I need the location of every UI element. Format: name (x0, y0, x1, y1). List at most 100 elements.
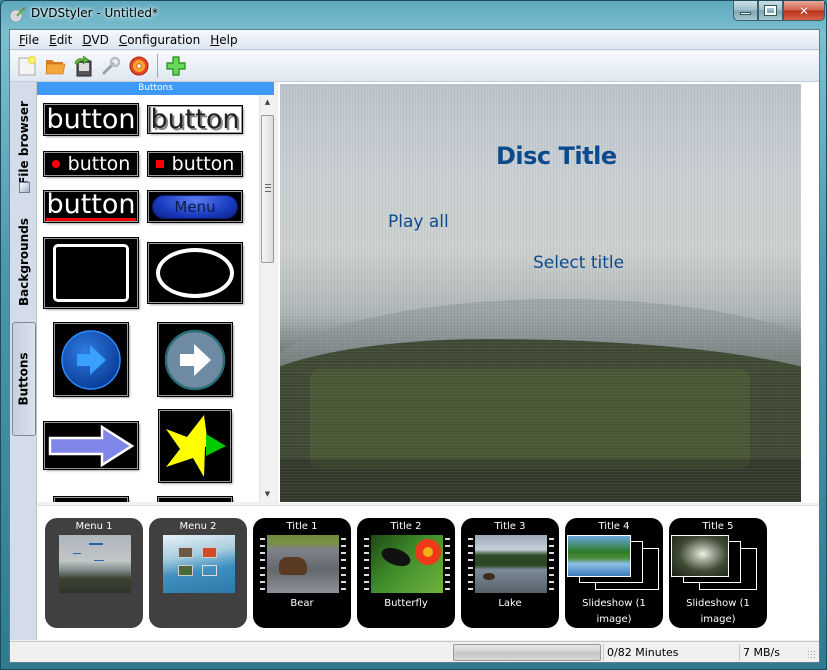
button-style-partial[interactable] (53, 496, 129, 502)
film-strip-right (443, 535, 451, 593)
thumb-item (202, 565, 217, 576)
button-style-oval-menu[interactable]: Menu (147, 190, 243, 223)
scroll-thumb[interactable] (261, 115, 274, 263)
panel-scrollbar[interactable]: ▲ ▼ (259, 95, 274, 502)
menu-configuration-mnemonic: C (118, 32, 128, 47)
tile-thumbnail (567, 535, 631, 577)
tab-backgrounds[interactable]: Backgrounds (12, 207, 36, 317)
tab-file-browser[interactable]: File browser (12, 84, 36, 202)
menu-edit[interactable]: Edit (44, 33, 77, 47)
close-button[interactable]: ✕ (783, 1, 825, 21)
play-all-button[interactable]: Play all (388, 212, 449, 232)
menu-configuration-label: onfiguration (127, 32, 201, 47)
button-style-rect-frame[interactable] (43, 237, 139, 309)
scroll-grip-icon (265, 184, 271, 192)
thumb-text (73, 553, 81, 554)
menu-configuration[interactable]: Configuration (114, 33, 205, 47)
duration-status: 0/82 Minutes (607, 646, 679, 659)
scroll-down-arrow[interactable]: ▼ (260, 487, 275, 502)
button-style-ellipse-frame[interactable] (147, 242, 243, 304)
tile-caption: Bear (290, 598, 314, 609)
button-style-label: button (171, 153, 235, 175)
purple-arrow-icon (48, 424, 135, 467)
tile-caption: Butterfly (384, 598, 428, 609)
menu-editor: Disc Title Play all Select title (278, 82, 819, 503)
new-document-icon (18, 56, 36, 76)
thumb-text (94, 560, 104, 561)
button-style-square[interactable]: button (147, 151, 243, 177)
tile-thumbnail (475, 535, 547, 593)
titleset-tile-title-4[interactable]: Title 4 Slideshow (1 image) (565, 518, 663, 628)
film-strip-left (362, 535, 370, 593)
thumb-title (89, 543, 103, 545)
open-folder-icon (45, 60, 66, 75)
tab-buttons[interactable]: Buttons (12, 322, 36, 436)
button-style-text-outline[interactable]: button (147, 105, 243, 134)
thumb-item (178, 547, 193, 558)
disc-title-text[interactable]: Disc Title (496, 142, 617, 170)
resize-grip[interactable] (807, 650, 817, 660)
disc-usage-progress (453, 644, 601, 661)
burn-button[interactable] (125, 53, 153, 79)
blue-circle-arrow-icon (61, 329, 121, 390)
tile-label: Title 5 (702, 521, 734, 532)
save-button[interactable] (69, 53, 97, 79)
titleset-tile-title-5[interactable]: Title 5 Slideshow (1 image) (669, 518, 767, 628)
scroll-up-arrow[interactable]: ▲ (260, 95, 275, 110)
select-title-button[interactable]: Select title (533, 253, 624, 273)
menu-bar: File Edit DVD Configuration Help (10, 30, 819, 50)
minimize-icon (740, 12, 751, 15)
menu-help-label: elp (219, 32, 238, 47)
tile-thumbnail (267, 535, 339, 593)
titleset-tile-menu-1[interactable]: Menu 1 (45, 518, 143, 628)
tile-thumbnail (163, 535, 235, 593)
open-button[interactable] (41, 53, 69, 79)
title-bar[interactable]: DVDStyler - Untitled* ✕ (1, 1, 827, 29)
button-style-star-arrow[interactable] (158, 409, 232, 483)
file-browser-icon (19, 182, 30, 193)
add-button[interactable] (162, 53, 190, 79)
tab-buttons-label: Buttons (17, 352, 31, 406)
tile-label: Menu 2 (179, 521, 217, 532)
button-style-text[interactable]: button (43, 103, 139, 136)
rock-shape (483, 573, 495, 580)
toolbar-separator (157, 54, 158, 78)
underline-bar (46, 218, 136, 221)
menu-help-mnemonic: H (210, 32, 220, 47)
button-style-dot[interactable]: button (43, 151, 139, 177)
status-separator (739, 644, 740, 661)
bitrate-status: 7 MB/s (743, 646, 780, 659)
window-title: DVDStyler - Untitled* (31, 6, 158, 20)
menu-file[interactable]: File (14, 33, 44, 47)
film-strip-right (339, 535, 347, 593)
new-button[interactable] (13, 53, 41, 79)
tile-caption: Slideshow (1 image) (686, 598, 750, 625)
titleset-tile-title-3[interactable]: Title 3 Lake (461, 518, 559, 628)
button-style-purple-arrow[interactable] (43, 421, 139, 470)
button-style-underline[interactable]: button (43, 190, 139, 223)
maximize-icon (764, 5, 777, 16)
button-style-grey-circle-arrow[interactable] (157, 322, 233, 397)
button-style-partial[interactable] (157, 496, 233, 502)
tile-label: Title 2 (390, 521, 422, 532)
titleset-tile-title-1[interactable]: Title 1 Bear (253, 518, 351, 628)
tile-thumbnail (371, 535, 443, 593)
button-style-blue-circle-arrow[interactable] (53, 322, 129, 397)
tile-label: Title 4 (598, 521, 630, 532)
tile-label: Title 1 (286, 521, 318, 532)
status-bar: 0/82 Minutes 7 MB/s (10, 641, 819, 662)
minimize-button[interactable] (733, 1, 758, 21)
burn-disc-icon (129, 56, 149, 76)
maximize-button[interactable] (758, 1, 783, 21)
ellipse-frame-shape (156, 248, 234, 298)
titleset-tile-title-2[interactable]: Title 2 Butterfly (357, 518, 455, 628)
panel-header: Buttons (37, 82, 274, 95)
menu-dvd[interactable]: DVD (77, 33, 113, 47)
thumb-item (202, 547, 217, 558)
menu-canvas[interactable]: Disc Title Play all Select title (280, 84, 801, 502)
titleset-tile-menu-2[interactable]: Menu 2 (149, 518, 247, 628)
star-arrow-icon (166, 415, 226, 477)
toolbar (10, 51, 819, 82)
menu-help[interactable]: Help (205, 33, 242, 47)
settings-button[interactable] (97, 53, 125, 79)
